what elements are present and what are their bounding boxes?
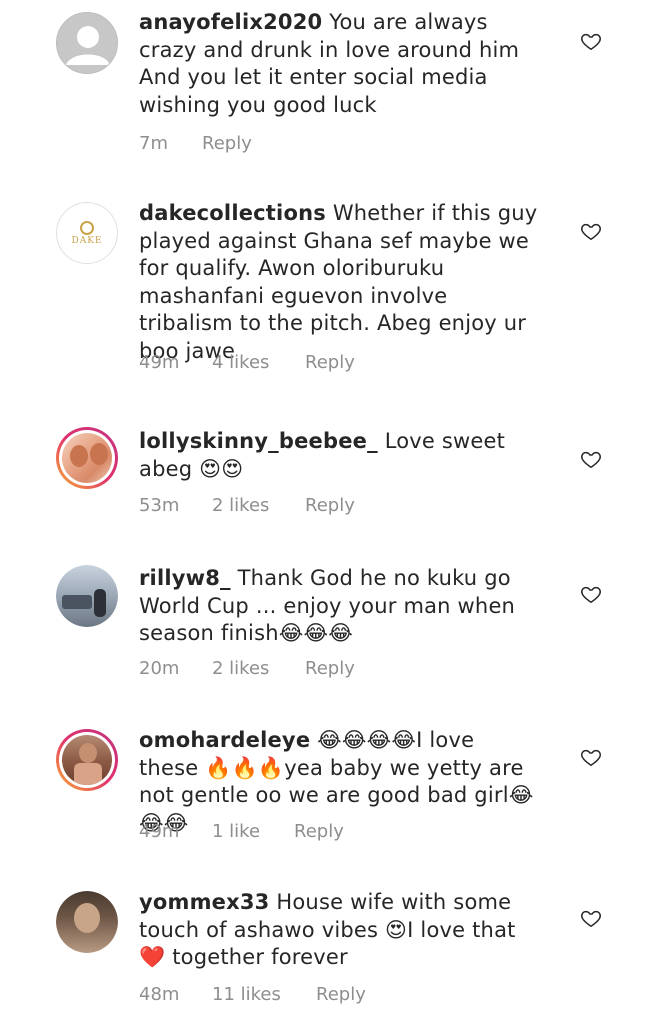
username[interactable]: dakecollections (139, 201, 326, 225)
default-avatar-icon (66, 26, 110, 65)
timestamp: 53m (139, 495, 180, 516)
username[interactable]: lollyskinny_beebee_ (139, 429, 378, 453)
heart-outline-icon[interactable] (580, 448, 602, 470)
likes-count[interactable]: 2 likes (212, 658, 269, 679)
heart-outline-icon[interactable] (580, 220, 602, 242)
avatar[interactable]: DAKE (56, 202, 118, 264)
heart-outline-icon[interactable] (580, 30, 602, 52)
likes-count[interactable]: 1 like (212, 821, 260, 842)
timestamp: 49m (139, 821, 180, 842)
reply-button[interactable]: Reply (202, 133, 252, 154)
comment-text: rillyw8_ Thank God he no kuku go World C… (139, 565, 539, 648)
avatar[interactable] (56, 891, 118, 953)
avatar[interactable] (56, 729, 118, 791)
username[interactable]: rillyw8_ (139, 566, 231, 590)
likes-count[interactable]: 4 likes (212, 352, 269, 373)
heart-outline-icon[interactable] (580, 746, 602, 768)
comment-text: lollyskinny_beebee_ Love sweet abeg 😍😍 (139, 428, 539, 483)
likes-count[interactable]: 11 likes (212, 984, 281, 1005)
heart-outline-icon[interactable] (580, 907, 602, 929)
dake-logo: DAKE (57, 203, 117, 263)
timestamp: 20m (139, 658, 180, 679)
heart-outline-icon[interactable] (580, 583, 602, 605)
username[interactable]: anayofelix2020 (139, 10, 322, 34)
comment-text: dakecollections Whether if this guy play… (139, 200, 539, 365)
avatar[interactable] (56, 565, 118, 627)
avatar[interactable] (56, 427, 118, 489)
reply-button[interactable]: Reply (316, 984, 366, 1005)
username[interactable]: omohardeleye (139, 728, 310, 752)
reply-button[interactable]: Reply (305, 658, 355, 679)
timestamp: 49m (139, 352, 180, 373)
likes-count[interactable]: 2 likes (212, 495, 269, 516)
comment-text: anayofelix2020 You are always crazy and … (139, 9, 539, 119)
comment-text: yommex33 House wife with some touch of a… (139, 889, 539, 972)
comment-body: Whether if this guy played against Ghana… (139, 201, 538, 363)
timestamp: 48m (139, 984, 180, 1005)
reply-button[interactable]: Reply (305, 352, 355, 373)
username[interactable]: yommex33 (139, 890, 270, 914)
avatar[interactable] (56, 12, 118, 74)
reply-button[interactable]: Reply (305, 495, 355, 516)
reply-button[interactable]: Reply (294, 821, 344, 842)
timestamp: 7m (139, 133, 168, 154)
